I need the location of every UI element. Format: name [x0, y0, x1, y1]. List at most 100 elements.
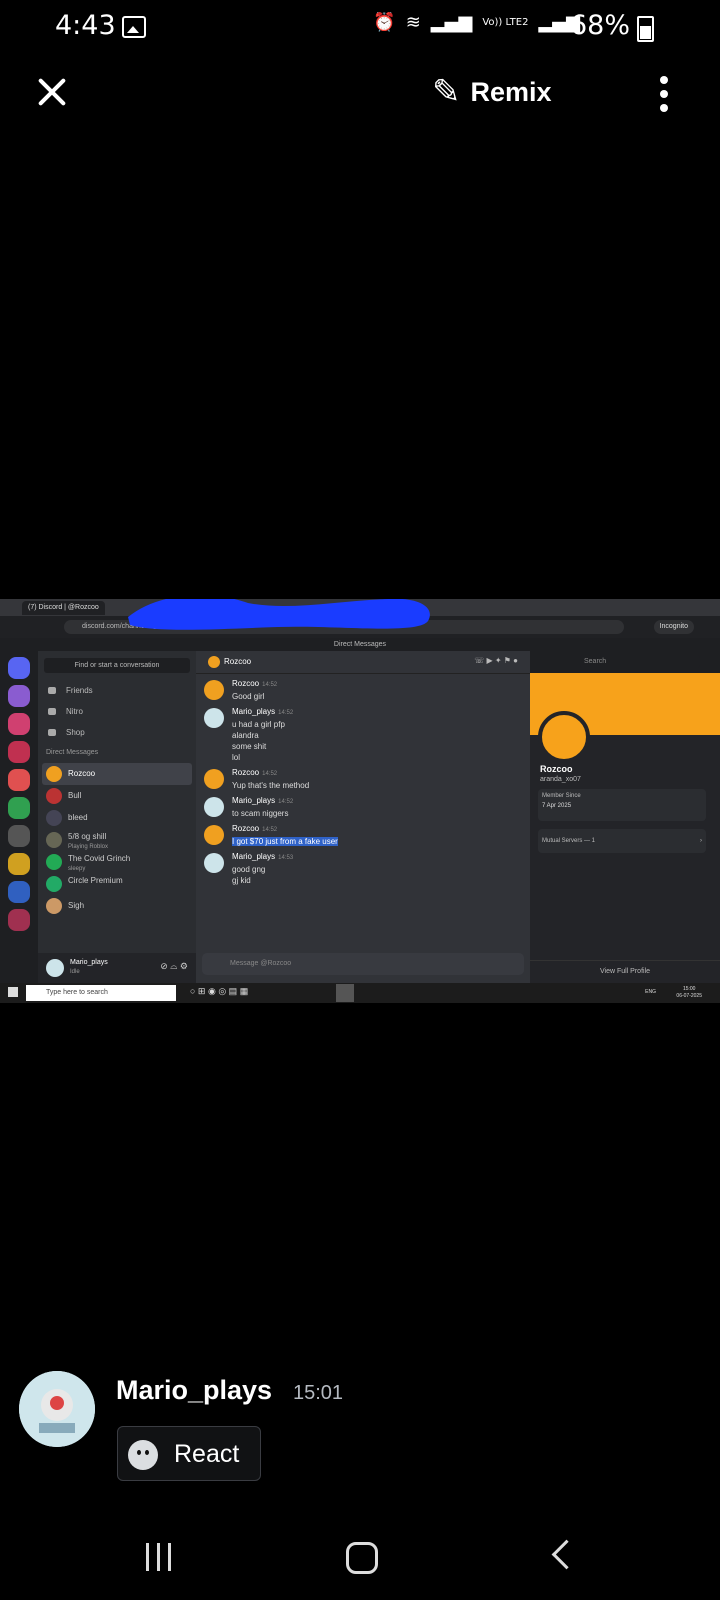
avatar: [46, 766, 62, 782]
avatar: [208, 656, 220, 668]
viewer-top-bar: ✎ Remix: [0, 60, 720, 132]
attached-screenshot[interactable]: (7) Discord | @Rozcoo discord.com/channe…: [0, 599, 720, 1003]
message-time: 14:53: [278, 855, 294, 861]
message-composer[interactable]: Message @Rozcoo: [202, 953, 524, 975]
more-options-button[interactable]: [658, 76, 670, 116]
message-author[interactable]: Rozcoo: [232, 824, 259, 833]
server-icon[interactable]: [8, 881, 30, 903]
find-conversation-input[interactable]: Find or start a conversation: [44, 658, 190, 673]
message-author[interactable]: Rozcoo: [232, 768, 259, 777]
avatar: [46, 854, 62, 870]
server-icon[interactable]: [8, 685, 30, 707]
message-time: 14:52: [278, 799, 294, 805]
blue-scribble-redaction: [128, 599, 430, 630]
status-icons: ⏰ ≋ ▂▄▆ Vo)) LTE2 ▂▄▆: [373, 12, 580, 33]
message-time: 14:52: [278, 710, 294, 716]
wifi-icon: ≋: [405, 12, 421, 33]
dm-item[interactable]: bleed: [38, 807, 196, 829]
language-indicator: ENG: [645, 989, 656, 995]
avatar[interactable]: [204, 680, 224, 700]
remix-button[interactable]: ✎ Remix: [432, 72, 552, 112]
author-avatar[interactable]: [19, 1371, 95, 1447]
nav-friends[interactable]: Friends: [38, 680, 196, 701]
battery-icon: [637, 16, 654, 42]
chat-message: Rozcoo 14:52 Good girl: [196, 678, 530, 702]
close-button[interactable]: [34, 74, 70, 110]
server-icon[interactable]: [8, 769, 30, 791]
nav-nitro[interactable]: Nitro: [38, 701, 196, 722]
view-full-profile-link[interactable]: View Full Profile: [530, 960, 720, 983]
avatar[interactable]: [204, 769, 224, 789]
message-time: 14:52: [262, 827, 278, 833]
avatar: [46, 832, 62, 848]
status-bar: 4:43 ⏰ ≋ ▂▄▆ Vo)) LTE2 ▂▄▆ 68%: [0, 0, 720, 52]
back-button[interactable]: [551, 1539, 582, 1570]
member-since-label: Member Since: [542, 793, 581, 799]
taskbar-clock: 15:00 06-07-2025: [676, 986, 702, 999]
avatar[interactable]: [204, 797, 224, 817]
home-button[interactable]: [346, 1542, 378, 1574]
avatar[interactable]: [204, 853, 224, 873]
avatar: [46, 810, 62, 826]
message-author[interactable]: Mario_plays: [232, 707, 275, 716]
channel-name: Rozcoo: [224, 657, 252, 666]
alarm-icon: ⏰: [373, 12, 396, 33]
dm-item[interactable]: Circle Premium: [38, 873, 196, 895]
message-line: lol: [232, 753, 241, 762]
message-author[interactable]: Mario_plays: [232, 852, 275, 861]
message-line: alandra: [232, 731, 259, 740]
dm-item[interactable]: 5/8 og shill Playing Roblox: [38, 829, 196, 851]
server-icon[interactable]: [8, 713, 30, 735]
remix-label: Remix: [470, 76, 552, 107]
discord-home-icon[interactable]: [8, 657, 30, 679]
react-button[interactable]: React: [117, 1426, 261, 1481]
server-icon[interactable]: [8, 797, 30, 819]
dm-item-rozcoo[interactable]: Rozcoo: [42, 763, 192, 785]
profile-avatar: [538, 711, 590, 763]
discord-title: Direct Messages: [0, 638, 720, 651]
server-icon[interactable]: [8, 825, 30, 847]
search-input[interactable]: Search: [580, 655, 700, 668]
status-time: 4:43: [55, 10, 116, 41]
author-name[interactable]: Mario_plays: [116, 1375, 272, 1406]
message-line: Good girl: [232, 692, 265, 701]
recent-apps-button[interactable]: [146, 1543, 172, 1571]
message-line: good gng: [232, 865, 266, 874]
server-icon[interactable]: [8, 741, 30, 763]
chat-message: Mario_plays 14:52 u had a girl pfp alandra s…: [196, 706, 530, 763]
server-icon[interactable]: [8, 853, 30, 875]
message-line: gj kid: [232, 876, 251, 885]
nav-shop[interactable]: Shop: [38, 722, 196, 743]
dm-item[interactable]: The Covid Grinch sleepy: [38, 851, 196, 873]
mutual-servers-row[interactable]: Mutual Servers — 1 ›: [538, 829, 706, 853]
chat-header: Rozcoo ☏ ▶ ✦ ⚑ ●: [196, 651, 530, 674]
taskbar-search-input[interactable]: Type here to search: [26, 985, 176, 1001]
chevron-right-icon: ›: [700, 838, 702, 844]
avatar[interactable]: [204, 825, 224, 845]
chat-header-icons[interactable]: ☏ ▶ ✦ ⚑ ●: [474, 656, 518, 665]
message-author[interactable]: Rozcoo: [232, 679, 259, 688]
message-line: some shit: [232, 742, 267, 751]
user-panel: Mario_plays Idle ⊘ ⌓ ⚙: [38, 953, 196, 983]
windows-taskbar: Type here to search ○ ⊞ ◉ ◎ ▤ ▦ ENG 15:0…: [0, 983, 720, 1003]
message-author[interactable]: Mario_plays: [232, 796, 275, 805]
avatar[interactable]: [204, 708, 224, 728]
magic-wand-icon: ✎: [432, 73, 461, 111]
shop-icon: [48, 729, 56, 736]
server-icon[interactable]: [8, 909, 30, 931]
member-since-date: 7 Apr 2025: [542, 803, 572, 809]
user-controls[interactable]: ⊘ ⌓ ⚙: [160, 961, 188, 972]
message-line: u had a girl pfp: [232, 720, 285, 729]
avatar: [46, 959, 64, 977]
dm-sidebar: Find or start a conversation Friends Nit…: [38, 651, 196, 983]
dm-item[interactable]: Bull: [38, 785, 196, 807]
system-nav-bar: [0, 1520, 720, 1600]
dm-item[interactable]: Sigh: [38, 895, 196, 917]
taskbar-icons[interactable]: ○ ⊞ ◉ ◎ ▤ ▦: [190, 986, 248, 997]
chat-message: Mario_plays 14:53 good gng gj kid: [196, 851, 530, 886]
browser-tab[interactable]: (7) Discord | @Rozcoo: [22, 601, 105, 615]
message-line: Yup that's the method: [232, 781, 310, 790]
windows-start-icon[interactable]: [8, 987, 18, 997]
member-since-box: Member Since 7 Apr 2025: [538, 789, 706, 821]
chrome-taskbar-icon[interactable]: [336, 984, 354, 1002]
